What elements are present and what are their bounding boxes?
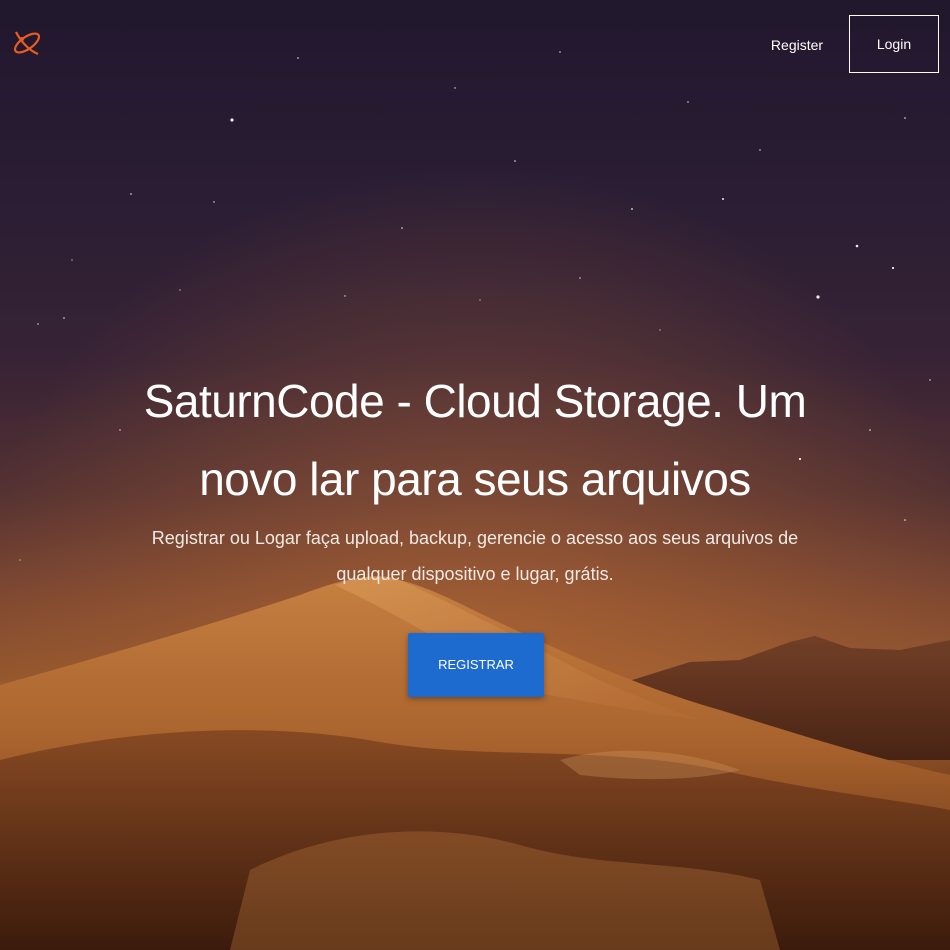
hero-title: SaturnCode - Cloud Storage. Um novo lar … [143, 375, 807, 505]
login-button[interactable]: Login [849, 15, 939, 73]
register-link[interactable]: Register [760, 28, 834, 62]
register-cta-button[interactable]: REGISTRAR [408, 633, 544, 697]
hero-subtitle: Registrar ou Logar faça upload, backup, … [151, 528, 799, 584]
saturn-logo-icon[interactable] [10, 26, 44, 60]
landing-page: Register Login SaturnCode - Cloud Storag… [0, 0, 950, 950]
